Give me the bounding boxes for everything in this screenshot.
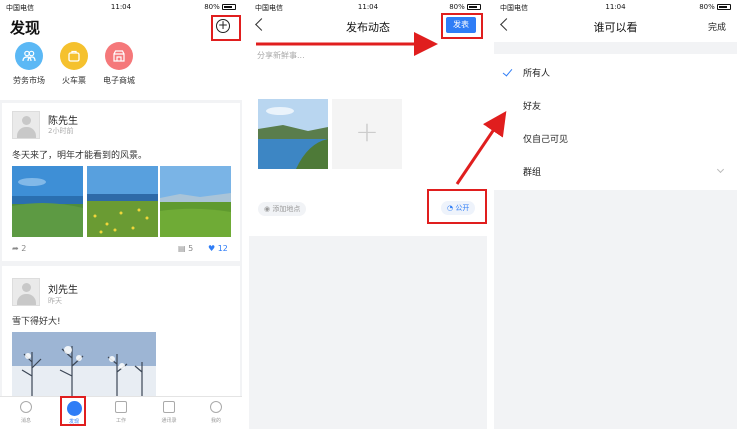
people-icon (15, 42, 43, 70)
page-title: 发现 (10, 19, 41, 37)
tab-label: 消息 (20, 418, 31, 424)
tab-label: 通讯录 (161, 418, 177, 424)
avatar[interactable] (12, 278, 40, 306)
shop-icon (105, 42, 133, 70)
bottom-tab-bar: 消息 发现 工作 通讯录 我的 (0, 396, 242, 429)
add-location-label: 添加地点 (272, 205, 301, 213)
attached-photo[interactable] (258, 99, 328, 169)
quick-action-label: 火车票 (62, 76, 86, 85)
visibility-screen: 中国电信 11:04 80% 谁可以看 完成 所有人 好友 仅自己可见 群组 (494, 0, 737, 429)
battery-percent: 80% (699, 3, 715, 11)
tab-discover[interactable]: 发现 (54, 401, 94, 425)
post-text: 雪下得好大! (12, 317, 61, 327)
compass-icon (66, 401, 82, 416)
comment-icon: ▤ (178, 244, 186, 253)
globe-icon: ◔ (447, 204, 454, 212)
tab-label: 我的 (210, 418, 221, 424)
discover-screen: 中国电信 11:04 80% 发现 + 劳务市场 火车票 电子商城 陈先生 2小… (0, 0, 242, 429)
quick-action-e-mall[interactable]: 电子商城 (94, 42, 144, 86)
option-friends[interactable]: 好友 (523, 99, 541, 112)
compose-screen: 中国电信 11:04 80% 发布动态 发表 分享新鲜事... + ◉ 添加地点… (249, 0, 487, 429)
visibility-chip[interactable]: ◔ 公开 (441, 201, 476, 215)
visibility-navbar: 谁可以看 完成 (494, 14, 737, 42)
post-photo[interactable] (160, 166, 231, 237)
like-count-value: 12 (217, 244, 228, 253)
add-photo-button[interactable]: + (332, 99, 402, 169)
visibility-label: 公开 (455, 204, 470, 212)
battery-indicator: 80% (204, 3, 236, 11)
comment-count[interactable]: ▤ 5 (178, 244, 193, 253)
battery-icon (222, 4, 236, 10)
heart-icon: ♥ (208, 244, 216, 253)
share-count-value: 2 (21, 244, 27, 253)
option-only-me[interactable]: 仅自己可见 (523, 132, 568, 145)
user-icon (210, 401, 222, 413)
tab-label: 发现 (68, 419, 79, 425)
tab-label: 工作 (115, 418, 126, 424)
compose-navbar: 发布动态 发表 (249, 14, 487, 42)
done-button[interactable]: 完成 (708, 20, 726, 33)
chat-icon (20, 401, 32, 413)
battery-percent: 80% (204, 3, 220, 11)
avatar[interactable] (12, 111, 40, 139)
tab-messages[interactable]: 消息 (6, 401, 46, 424)
battery-indicator: 80% (699, 3, 731, 11)
quick-action-train-ticket[interactable]: 火车票 (49, 42, 99, 86)
quick-action-label: 电子商城 (103, 76, 135, 85)
share-icon: ➦ (12, 244, 19, 253)
post-time: 昨天 (48, 297, 62, 305)
feed-post: 陈先生 2小时前 冬天来了，明年才能看到的风景。 ➦ 2 ▤ 5 ♥ 12 (2, 103, 240, 261)
battery-icon (717, 4, 731, 10)
battery-indicator: 80% (449, 3, 481, 11)
option-groups[interactable]: 群组 (523, 165, 541, 178)
comment-count-value: 5 (188, 244, 194, 253)
discover-header: 发现 + 劳务市场 火车票 电子商城 (0, 14, 242, 100)
compose-background (249, 236, 487, 429)
post-text: 冬天来了，明年才能看到的风景。 (12, 151, 148, 161)
visibility-options-list: 所有人 好友 仅自己可见 群组 (494, 54, 737, 190)
battery-icon (467, 4, 481, 10)
tab-work[interactable]: 工作 (101, 401, 141, 424)
bag-icon (60, 42, 88, 70)
feed-post: 刘先生 昨天 雪下得好大! (2, 266, 240, 396)
status-bar: 中国电信 11:04 80% (494, 0, 737, 14)
tab-me[interactable]: 我的 (196, 401, 236, 424)
location-pin-icon: ◉ (264, 205, 271, 213)
share-count[interactable]: ➦ 2 (12, 244, 26, 253)
briefcase-icon (115, 401, 127, 413)
battery-percent: 80% (449, 3, 465, 11)
add-post-button[interactable]: + (216, 19, 230, 33)
like-count[interactable]: ♥ 12 (208, 244, 228, 253)
post-author[interactable]: 陈先生 (48, 112, 78, 127)
status-bar: 中国电信 11:04 80% (249, 0, 487, 14)
tab-contacts[interactable]: 通讯录 (149, 401, 189, 424)
option-everyone[interactable]: 所有人 (523, 66, 550, 79)
post-text-input[interactable]: 分享新鲜事... (257, 50, 305, 61)
quick-action-label: 劳务市场 (13, 76, 45, 85)
publish-button[interactable]: 发表 (446, 17, 476, 33)
add-location-chip[interactable]: ◉ 添加地点 (258, 202, 307, 216)
post-photo[interactable] (12, 166, 83, 237)
checkmark-icon (502, 66, 513, 77)
post-photo[interactable] (87, 166, 158, 237)
chevron-down-icon[interactable] (716, 165, 725, 174)
post-author[interactable]: 刘先生 (48, 281, 78, 296)
status-bar: 中国电信 11:04 80% (0, 0, 242, 14)
post-photo[interactable] (12, 332, 156, 396)
page-title: 谁可以看 (593, 21, 638, 34)
contacts-icon (163, 401, 175, 413)
post-time: 2小时前 (48, 127, 74, 135)
quick-action-labor-market[interactable]: 劳务市场 (4, 42, 54, 86)
